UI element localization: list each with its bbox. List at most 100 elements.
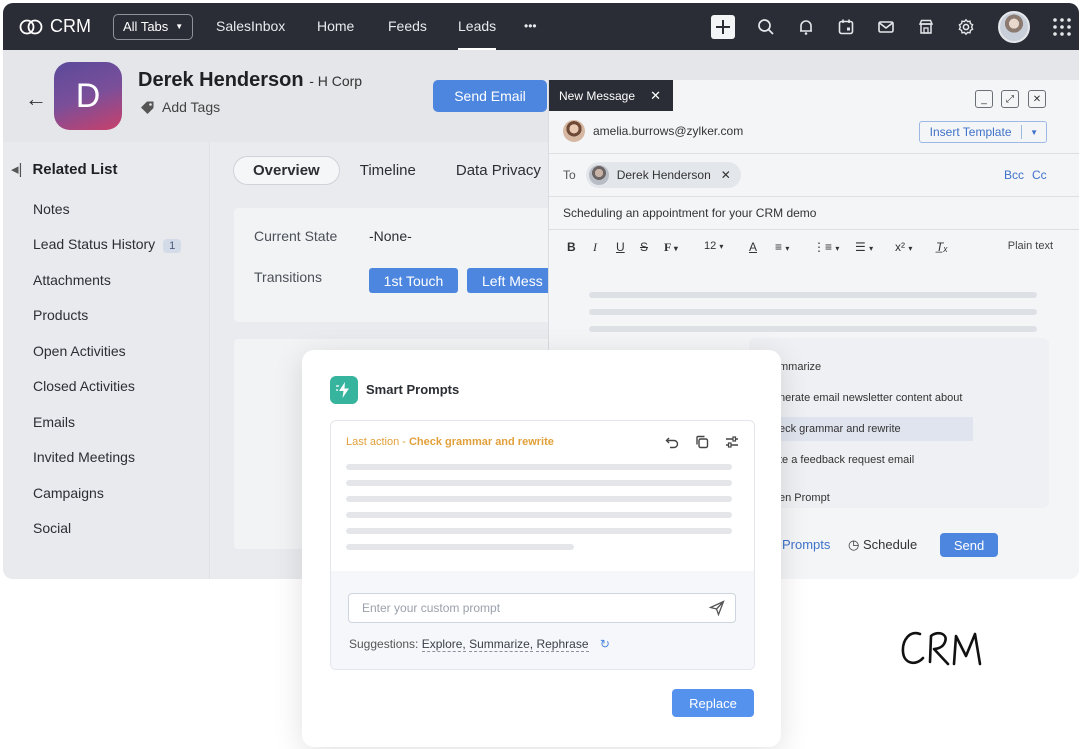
to-row: To Derek Henderson ✕ xyxy=(563,162,741,188)
tab-timeline[interactable]: Timeline xyxy=(360,162,416,179)
insert-template-button[interactable]: Insert Template ▼ xyxy=(919,121,1047,143)
clear-format-icon[interactable]: T̲ₓ xyxy=(936,240,948,254)
sidebar-item-lead-status-history[interactable]: Lead Status History 1 xyxy=(33,236,182,253)
superscript-icon[interactable]: x² ▾ xyxy=(895,240,912,254)
prompt-option[interactable]: nerate email newsletter content about xyxy=(779,392,962,404)
sidebar-item-label: Social xyxy=(33,520,72,536)
tab-overview[interactable]: Overview xyxy=(233,155,340,185)
strikethrough-icon[interactable]: S xyxy=(640,240,648,254)
text-color-icon[interactable]: A xyxy=(749,240,757,254)
calendar-icon[interactable] xyxy=(835,16,857,38)
sidebar-item-closed-activities[interactable]: Closed Activities xyxy=(33,378,135,394)
create-new-plus-icon[interactable] xyxy=(711,15,735,39)
align-icon[interactable]: ≡ ▾ xyxy=(775,240,789,254)
sidebar-item-notes[interactable]: Notes xyxy=(33,201,70,217)
sidebar-item-label: Closed Activities xyxy=(33,378,135,394)
from-address: amelia.burrows@zylker.com xyxy=(593,124,744,138)
paper-plane-icon[interactable] xyxy=(709,600,725,616)
bold-icon[interactable]: B xyxy=(567,240,576,254)
add-tags-button[interactable]: Add Tags xyxy=(140,99,220,115)
count-badge: 1 xyxy=(163,239,182,253)
related-list-title[interactable]: ◂| Related List xyxy=(11,160,117,178)
nav-salesinbox[interactable]: SalesInbox xyxy=(216,3,285,50)
to-label: To xyxy=(563,168,576,182)
sidebar-item-attachments[interactable]: Attachments xyxy=(33,272,111,288)
minimize-icon[interactable]: _ xyxy=(975,90,993,108)
sidebar-item-label: Lead Status History xyxy=(33,236,156,252)
nav-feeds[interactable]: Feeds xyxy=(388,3,427,50)
undo-icon[interactable] xyxy=(663,433,681,451)
new-message-tab[interactable]: New Message ✕ xyxy=(549,80,673,111)
subject-field[interactable]: Scheduling an appointment for your CRM d… xyxy=(563,206,816,220)
transition-1st-touch-button[interactable]: 1st Touch xyxy=(369,268,458,293)
recipient-name: Derek Henderson xyxy=(616,168,711,182)
contact-name-line: Derek Henderson - H Corp xyxy=(138,69,362,92)
schedule-label: Schedule xyxy=(862,537,918,552)
send-email-button[interactable]: Send Email xyxy=(433,80,547,112)
app-grid-icon[interactable] xyxy=(1051,16,1073,38)
sidebar-item-invited-meetings[interactable]: Invited Meetings xyxy=(33,449,135,465)
prompts-link[interactable]: Prompts xyxy=(782,537,830,552)
indent-icon[interactable]: ☰ ▾ xyxy=(855,240,873,254)
mail-icon[interactable] xyxy=(875,16,897,38)
crm-logo[interactable]: CRM xyxy=(19,16,91,37)
nav-leads[interactable]: Leads xyxy=(458,3,497,50)
smart-prompts-dialog: Smart Prompts Last action - Check gramma… xyxy=(302,350,781,747)
cc-link[interactable]: Cc xyxy=(1032,168,1047,182)
close-icon[interactable]: ✕ xyxy=(650,88,661,104)
related-list-title-text: Related List xyxy=(32,161,118,178)
sidebar-item-label: Emails xyxy=(33,414,76,430)
crm-handwritten-logo xyxy=(901,631,982,666)
close-window-icon[interactable]: ✕ xyxy=(1028,90,1046,108)
back-arrow-icon[interactable]: ← xyxy=(25,86,47,112)
prompt-option[interactable]: mmarize xyxy=(779,361,821,373)
font-family-icon[interactable]: F ▾ xyxy=(664,240,678,255)
tab-data-privacy[interactable]: Data Privacy xyxy=(456,162,541,179)
contact-company: - H Corp xyxy=(309,73,363,89)
all-tabs-dropdown[interactable]: All Tabs ▼ xyxy=(113,13,194,40)
bcc-link[interactable]: Bcc xyxy=(1004,168,1024,182)
recipient-chip[interactable]: Derek Henderson ✕ xyxy=(585,162,741,188)
current-state-label: Current State xyxy=(254,228,338,244)
result-placeholder-line xyxy=(346,512,732,518)
replace-button[interactable]: Replace xyxy=(672,689,754,717)
sidebar-item-campaigns[interactable]: Campaigns xyxy=(33,485,104,501)
sidebar-item-products[interactable]: Products xyxy=(33,307,88,323)
copy-icon[interactable] xyxy=(693,433,711,451)
font-size-select[interactable]: 12 ▾ xyxy=(704,240,723,252)
caret-down-icon[interactable]: ▼ xyxy=(1022,128,1046,137)
refresh-icon[interactable]: ↻ xyxy=(600,637,610,651)
sidebar-item-social[interactable]: Social xyxy=(33,520,71,536)
sidebar-item-label: Products xyxy=(33,307,89,323)
sidebar-item-open-activities[interactable]: Open Activities xyxy=(33,343,126,359)
sidebar-item-emails[interactable]: Emails xyxy=(33,414,75,430)
current-state-value: -None- xyxy=(369,228,412,244)
collapse-panel-icon[interactable]: ◂| xyxy=(11,161,22,178)
send-button[interactable]: Send xyxy=(940,533,998,557)
italic-icon[interactable]: I xyxy=(593,240,597,255)
last-action-text: Last action - Check grammar and rewrite xyxy=(346,436,554,448)
gear-icon[interactable] xyxy=(955,16,977,38)
bell-icon[interactable] xyxy=(795,16,817,38)
settings-sliders-icon[interactable] xyxy=(723,433,741,451)
store-icon[interactable] xyxy=(915,16,937,38)
suggestion-summarize[interactable]: Summarize, xyxy=(469,637,534,652)
custom-prompt-input[interactable]: Enter your custom prompt xyxy=(348,593,736,623)
expand-icon[interactable]: ⤢ xyxy=(1001,90,1019,108)
numbered-list-icon[interactable]: ⋮≡ ▾ xyxy=(813,240,839,254)
prompt-option[interactable]: te a feedback request email xyxy=(779,454,914,466)
remove-recipient-icon[interactable]: ✕ xyxy=(721,168,731,182)
plain-text-toggle[interactable]: Plain text xyxy=(1008,240,1053,252)
underline-icon[interactable]: U xyxy=(616,240,625,254)
schedule-button[interactable]: ◷ Schedule xyxy=(848,537,917,553)
search-icon[interactable] xyxy=(755,16,777,38)
record-tabs: Overview Timeline Data Privacy xyxy=(233,155,581,185)
suggestion-rephrase[interactable]: Rephrase xyxy=(536,637,589,652)
nav-home[interactable]: Home xyxy=(317,3,354,50)
nav-more-icon[interactable]: ••• xyxy=(524,3,537,50)
top-navigation-bar: CRM All Tabs ▼ SalesInbox Home Feeds Lea… xyxy=(3,3,1079,50)
suggestion-explore[interactable]: Explore, xyxy=(421,637,466,652)
user-avatar[interactable] xyxy=(998,11,1030,43)
prompt-option[interactable]: en Prompt xyxy=(779,492,830,504)
prompt-option-selected[interactable]: eck grammar and rewrite xyxy=(779,423,901,435)
